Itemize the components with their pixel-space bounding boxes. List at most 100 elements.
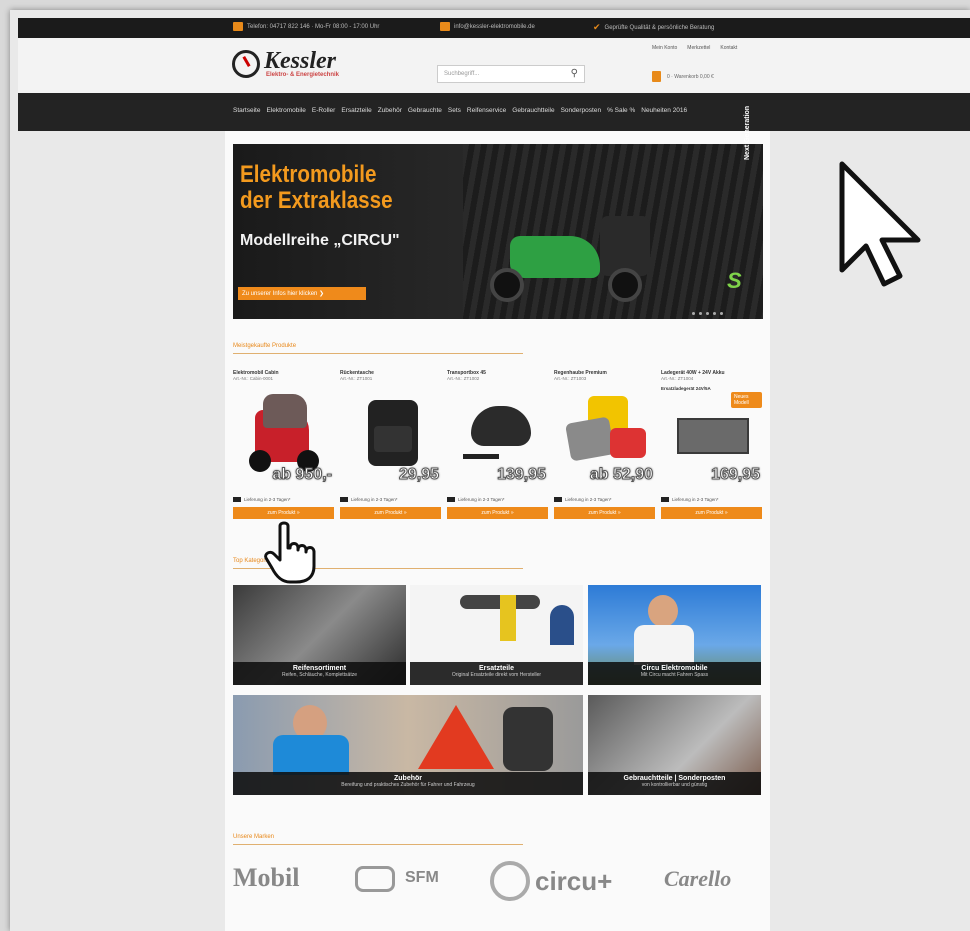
link-my-account[interactable]: Mein Konto bbox=[652, 45, 677, 51]
product-price: 29,95 bbox=[398, 466, 439, 484]
section-divider bbox=[233, 353, 523, 354]
brand-logo-sfm[interactable]: SFM bbox=[405, 869, 439, 887]
to-product-button[interactable]: zum Produkt » bbox=[233, 507, 334, 519]
truck-icon bbox=[554, 497, 562, 502]
category-caption: Circu Elektromobile Mit Circu macht Fahre… bbox=[588, 662, 761, 685]
logo-gauge-icon bbox=[232, 50, 260, 78]
category-tile[interactable]: Ersatzteile Original Ersatzteile direkt v… bbox=[410, 585, 583, 685]
cart-summary: 0 · Warenkorb 0,00 € bbox=[667, 73, 714, 80]
product-art-no: Art.-Nr.: ZT1003 bbox=[554, 376, 587, 381]
product-price: 139,95 bbox=[497, 466, 547, 484]
product-card[interactable]: Rückentasche Art.-Nr.: ZT1001 29,95 Lief… bbox=[340, 370, 441, 522]
slider-dots[interactable] bbox=[692, 312, 723, 315]
arrow-cursor-icon bbox=[839, 161, 921, 287]
brands-section-title: Unsere Marken bbox=[233, 834, 275, 840]
to-product-button[interactable]: zum Produkt » bbox=[661, 507, 762, 519]
delivery-info: Lieferung in 2-3 Tagen* bbox=[447, 497, 504, 502]
phone-icon bbox=[233, 22, 243, 31]
banner-subtitle: Modellreihe „CIRCU" bbox=[240, 232, 400, 249]
truck-icon bbox=[340, 497, 348, 502]
main-nav: Startseite Elektromobile E-Roller Ersatz… bbox=[233, 107, 687, 114]
truck-icon bbox=[233, 497, 241, 502]
nav-item[interactable]: Gebrauchtteile bbox=[512, 107, 554, 114]
nav-item[interactable]: Ersatzteile bbox=[341, 107, 371, 114]
truck-icon bbox=[661, 497, 669, 502]
phone-info: Telefon: 04717 822 146 · Mo-Fr 08:00 - 1… bbox=[233, 22, 379, 31]
truck-icon bbox=[447, 497, 455, 502]
nav-item[interactable]: Sets bbox=[448, 107, 461, 114]
delivery-info: Lieferung in 2-3 Tagen* bbox=[233, 497, 290, 502]
delivery-info: Lieferung in 2-3 Tagen* bbox=[554, 497, 611, 502]
banner-vertical-text: Next Generation bbox=[744, 105, 751, 160]
category-tile[interactable]: Reifensortiment Reifen, Schläuche, Komple… bbox=[233, 585, 406, 685]
category-tile[interactable]: Gebrauchtteile | Sonderposten von kontrol… bbox=[588, 695, 761, 795]
product-card[interactable]: Ladegerät 40W + 24V Akku Art.-Nr.: ZT100… bbox=[661, 370, 762, 522]
product-card[interactable]: Elektromobil Cabin Art.-Nr.: Cabin-0001 … bbox=[233, 370, 334, 522]
brand-logo-carello[interactable]: Carello bbox=[664, 866, 731, 892]
logo-subtitle: Elektro- & Energietechnik bbox=[266, 72, 340, 78]
account-links: Mein Konto Merkzettel Kontakt bbox=[652, 45, 737, 51]
brand-logo-mobil[interactable]: Mobil bbox=[233, 863, 299, 893]
category-caption: Reifensortiment Reifen, Schläuche, Komple… bbox=[233, 662, 406, 685]
email-info[interactable]: info@kessler-elektromobile.de bbox=[440, 22, 535, 31]
cart-widget[interactable]: 0 · Warenkorb 0,00 € bbox=[652, 71, 714, 82]
product-price: 169,95 bbox=[711, 466, 761, 484]
product-price: ab 950,- bbox=[272, 466, 333, 484]
hand-pointer-icon bbox=[264, 521, 316, 584]
nav-item[interactable]: % Sale % bbox=[607, 107, 635, 114]
banner-title: Elektromobile der Extraklasse bbox=[240, 161, 393, 214]
product-card[interactable]: Transportbox 45 Art.-Nr.: ZT1002 139,95 … bbox=[447, 370, 548, 522]
mail-icon bbox=[440, 22, 450, 31]
category-tile[interactable]: Zubehör Bereifung und praktisches Zubehör… bbox=[233, 695, 583, 795]
category-caption: Zubehör Bereifung und praktisches Zubehör… bbox=[233, 772, 583, 795]
product-art-no: Art.-Nr.: Cabin-0001 bbox=[233, 376, 274, 381]
to-product-button[interactable]: zum Produkt » bbox=[340, 507, 441, 519]
brand-logo-circu[interactable]: circu+ bbox=[535, 866, 612, 897]
search-input[interactable]: Suchbegriff... ⚲ bbox=[437, 65, 585, 83]
check-icon: ✔ bbox=[593, 22, 601, 32]
product-image[interactable] bbox=[453, 392, 543, 462]
nav-item[interactable]: Neuheiten 2016 bbox=[641, 107, 687, 114]
featured-section-title: Meistgekaufte Produkte bbox=[233, 343, 297, 349]
product-image[interactable] bbox=[667, 392, 757, 462]
nav-item[interactable]: Startseite bbox=[233, 107, 260, 114]
banner-cta-button[interactable]: Zu unserer Infos hier klicken ❯ bbox=[238, 287, 366, 300]
phone-text: Telefon: 04717 822 146 · Mo-Fr 08:00 - 1… bbox=[247, 23, 380, 30]
search-placeholder: Suchbegriff... bbox=[444, 71, 480, 77]
section-divider bbox=[233, 844, 523, 845]
link-contact[interactable]: Kontakt bbox=[720, 45, 737, 51]
nav-item[interactable]: Zubehör bbox=[378, 107, 402, 114]
nav-item[interactable]: Reifenservice bbox=[467, 107, 506, 114]
nav-item[interactable]: Gebrauchte bbox=[408, 107, 442, 114]
logo-name: Kessler bbox=[264, 48, 336, 74]
nav-item[interactable]: E-Roller bbox=[312, 107, 335, 114]
product-art-no: Art.-Nr.: ZT1002 bbox=[447, 376, 480, 381]
search-icon[interactable]: ⚲ bbox=[571, 68, 578, 79]
site-logo[interactable]: Kessler Elektro- & Energietechnik bbox=[232, 48, 340, 78]
trust-info: ✔ Geprüfte Qualität & persönliche Beratun… bbox=[593, 22, 714, 33]
product-art-no: Art.-Nr.: ZT1001 bbox=[340, 376, 373, 381]
circu-logo-icon bbox=[490, 861, 530, 901]
nav-item[interactable]: Elektromobile bbox=[266, 107, 305, 114]
category-caption: Ersatzteile Original Ersatzteile direkt v… bbox=[410, 662, 583, 685]
shopping-bag-icon bbox=[652, 71, 661, 82]
product-price: ab 52,90 bbox=[589, 466, 653, 484]
top-info-bar: Telefon: 04717 822 146 · Mo-Fr 08:00 - 1… bbox=[18, 18, 970, 38]
banner-logo-mark: S bbox=[727, 268, 742, 293]
category-caption: Gebrauchtteile | Sonderposten von kontrol… bbox=[588, 772, 761, 795]
category-tile[interactable]: Circu Elektromobile Mit Circu macht Fahre… bbox=[588, 585, 761, 685]
sfm-logo-icon bbox=[355, 866, 395, 892]
product-image[interactable] bbox=[239, 392, 329, 472]
link-wishlist[interactable]: Merkzettel bbox=[687, 45, 710, 51]
product-image[interactable] bbox=[346, 392, 436, 466]
product-card[interactable]: Regenhaube Premium Art.-Nr.: ZT1003 ab 5… bbox=[554, 370, 655, 522]
delivery-info: Lieferung in 2-3 Tagen* bbox=[340, 497, 397, 502]
product-image[interactable] bbox=[560, 392, 650, 462]
delivery-info: Lieferung in 2-3 Tagen* bbox=[661, 497, 718, 502]
email-text[interactable]: info@kessler-elektromobile.de bbox=[454, 24, 535, 30]
nav-item[interactable]: Sonderposten bbox=[561, 107, 601, 114]
trust-text: Geprüfte Qualität & persönliche Beratung bbox=[604, 24, 715, 31]
to-product-button[interactable]: zum Produkt » bbox=[554, 507, 655, 519]
scooter-image bbox=[490, 216, 660, 306]
to-product-button[interactable]: zum Produkt » bbox=[447, 507, 548, 519]
